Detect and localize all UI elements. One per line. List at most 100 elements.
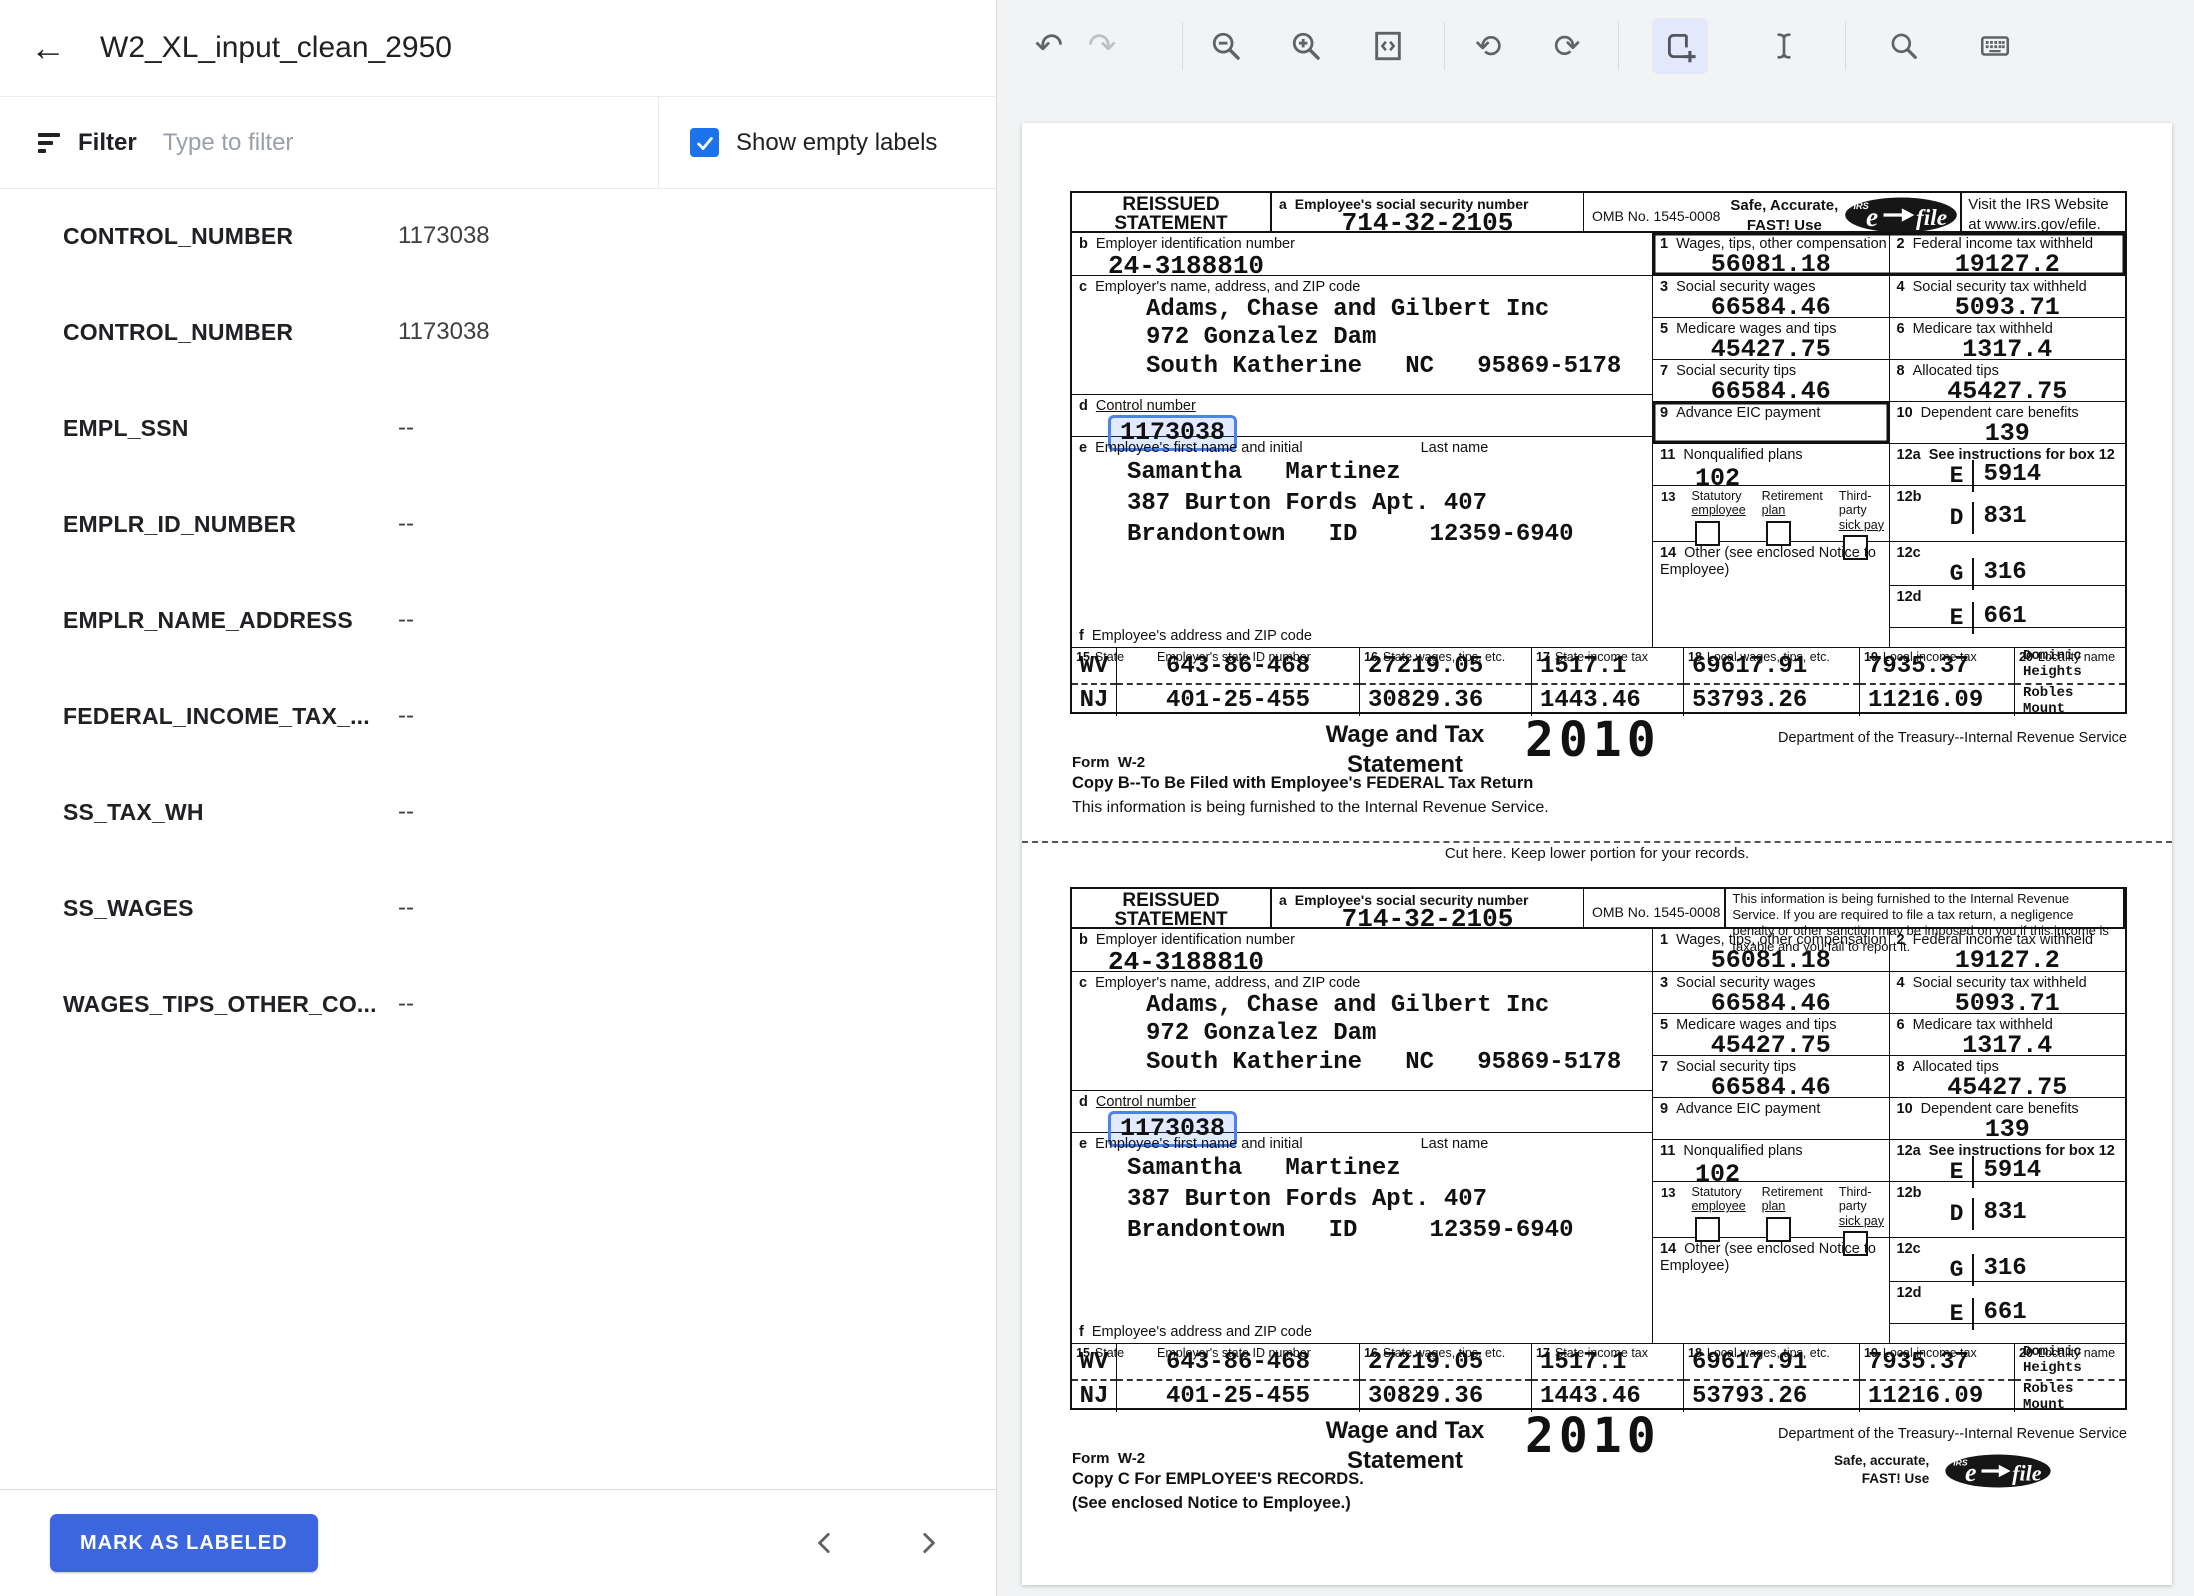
reissued-statement: REISSUED STATEMENT (1072, 193, 1272, 231)
box-b-ein: bEmployer identification number 24-31888… (1072, 929, 1652, 972)
box-20-locality-name: 20Locality name Dominic Heights Robles M… (2015, 648, 2125, 716)
box-7: 7Social security tips 66584.46 (1653, 1056, 1889, 1097)
redo-button[interactable]: ↷ (1078, 22, 1126, 70)
label-row[interactable]: EMPLR_NAME_ADDRESS-- (0, 572, 996, 668)
box-12b: 12b D831 (1889, 486, 2126, 541)
add-bounding-box-tool[interactable] (1652, 18, 1708, 74)
search-button[interactable] (1880, 22, 1928, 70)
employee-city-state-zip: Brandontown ID 12359-6940 (1127, 519, 1652, 550)
svg-text:e: e (1866, 201, 1878, 232)
label-row[interactable]: EMPLR_ID_NUMBER-- (0, 476, 996, 572)
back-arrow-icon: ← (30, 24, 66, 72)
box-8: 8Allocated tips 45427.75 (1889, 360, 2126, 401)
box-16-state-wages: 16State wages, tips, etc. 27219.05 30829… (1360, 648, 1532, 716)
box-17-state-income-tax: 17State income tax 1517.1 1443.46 (1532, 648, 1684, 716)
undo-button[interactable]: ↶ (1025, 22, 1073, 70)
show-empty-labels-label: Show empty labels (736, 97, 937, 188)
box-1: 1Wages, tips, other compensation 56081.1… (1653, 929, 1889, 971)
state-local-table: 15State WV NJ Employer's state ID number… (1072, 648, 2125, 716)
fit-to-width-button[interactable] (1364, 22, 1412, 70)
keyboard-shortcuts-button[interactable] (1971, 22, 2019, 70)
rotate-right-icon: ⟳ (1554, 27, 1581, 65)
w2-form: REISSUED STATEMENT aEmployee's social se… (1070, 887, 2127, 1410)
chevron-left-icon (812, 1530, 838, 1556)
label-row[interactable]: WAGES_TIPS_OTHER_CO...-- (0, 956, 996, 1052)
labels-panel: ← W2_XL_input_clean_2950 Filter Show emp… (0, 0, 997, 1596)
box-12d: 12d E661 (1890, 1282, 2126, 1324)
label-row[interactable]: CONTROL_NUMBER1173038 (0, 188, 996, 284)
employer-city-state-zip: South Katherine NC 95869-5178 (1146, 353, 1652, 382)
filter-icon (38, 133, 60, 153)
copy-b-note: Copy B--To Be Filed with Employee's FEDE… (1072, 772, 1549, 819)
rotate-right-button[interactable]: ⟳ (1543, 22, 1591, 70)
box-c-employer: cEmployer's name, address, and ZIP code … (1072, 276, 1652, 395)
box-5: 5Medicare wages and tips 45427.75 (1653, 318, 1889, 359)
copy-c-note: Copy C For EMPLOYEE'S RECORDS. (See encl… (1072, 1468, 1364, 1516)
box-a-ssn: aEmployee's social security number 714-3… (1272, 193, 1584, 231)
employee-street: 387 Burton Fords Apt. 407 (1127, 1184, 1652, 1215)
box-3: 3Social security wages 66584.46 (1653, 972, 1889, 1013)
box-4: 4Social security tax withheld 5093.71 (1889, 972, 2126, 1013)
mark-as-labeled-button[interactable]: MARK AS LABELED (50, 1514, 318, 1572)
document-page: REISSUED STATEMENT aEmployee's social se… (1022, 123, 2172, 1585)
fit-to-width-icon (1371, 29, 1405, 63)
box-14: 14Other (see enclosed Notice to Employee… (1653, 542, 1889, 647)
rotate-left-button[interactable]: ⟲ (1464, 22, 1512, 70)
employee-city-state-zip: Brandontown ID 12359-6940 (1127, 1215, 1652, 1246)
toolbar-separator (1182, 22, 1183, 70)
keyboard-icon (1978, 29, 2012, 63)
zoom-in-button[interactable] (1282, 22, 1330, 70)
form-w2-label: Form W-2 (1072, 754, 1145, 771)
next-document-button[interactable] (906, 1521, 950, 1565)
box-15-state: 15State WV NJ (1072, 648, 1117, 716)
label-row[interactable]: SS_WAGES-- (0, 860, 996, 956)
box-8: 8Allocated tips 45427.75 (1889, 1056, 2126, 1097)
box-c-employer: cEmployer's name, address, and ZIP code … (1072, 972, 1652, 1091)
back-button[interactable]: ← (24, 24, 72, 72)
svg-text:file: file (2012, 1460, 2042, 1485)
rotate-left-icon: ⟲ (1475, 27, 1502, 65)
svg-text:file: file (1916, 205, 1947, 231)
label-row[interactable]: CONTROL_NUMBER1173038 (0, 284, 996, 380)
employer-city-state-zip: South Katherine NC 95869-5178 (1146, 1049, 1652, 1078)
box-b-ein: bEmployer identification number 24-31888… (1072, 233, 1652, 276)
previous-document-button[interactable] (803, 1521, 847, 1565)
box-18-local-wages: 18Local wages, tips, etc. 69617.91 53793… (1684, 648, 1860, 716)
label-row[interactable]: EMPL_SSN-- (0, 380, 996, 476)
show-empty-labels-checkbox[interactable] (690, 128, 719, 157)
safe-accurate-note: Safe, accurate, FAST! Use IRS e file (1828, 1450, 2053, 1490)
box-6: 6Medicare tax withheld 1317.4 (1889, 1014, 2126, 1055)
box-f-label: fEmployee's address and ZIP code (1072, 628, 1652, 647)
label-row[interactable]: FEDERAL_INCOME_TAX_...-- (0, 668, 996, 764)
form-footer: Form W-2 Wage and Tax Statement 2010 Dep… (1070, 1410, 2127, 1520)
label-row[interactable]: SS_TAX_WH-- (0, 764, 996, 860)
box-d-control-number: dControl number 1173038 (1072, 395, 1652, 437)
box-20-locality-name: 20Locality name Dominic Heights Robles M… (2015, 1344, 2125, 1412)
text-select-tool[interactable] (1760, 22, 1808, 70)
box-13-checkboxes: 13 Statutoryemployee Retirementplan Thir… (1653, 486, 1889, 541)
undo-icon: ↶ (1035, 26, 1064, 66)
box-10: 10Dependent care benefits 139 (1889, 402, 2126, 443)
toolbar-separator (1845, 22, 1846, 70)
box-11: 11Nonqualified plans 102 (1653, 444, 1889, 485)
toolbar-separator (1618, 22, 1619, 70)
box-6: 6Medicare tax withheld 1317.4 (1889, 318, 2126, 359)
filter-label: Filter (78, 129, 137, 157)
box-1: 1Wages, tips, other compensation 56081.1… (1653, 233, 1889, 275)
filter-input[interactable] (161, 128, 585, 158)
w2-form: REISSUED STATEMENT aEmployee's social se… (1070, 191, 2127, 714)
tax-year: 2010 (1525, 712, 1661, 768)
box-4: 4Social security tax withheld 5093.71 (1889, 276, 2126, 317)
box-7: 7Social security tips 66584.46 (1653, 360, 1889, 401)
employee-street: 387 Burton Fords Apt. 407 (1127, 488, 1652, 519)
irs-efile-logo: IRS e file (1943, 1452, 2053, 1490)
box-17-state-income-tax: 17State income tax 1517.1 1443.46 (1532, 1344, 1684, 1412)
employee-name: Samantha Martinez (1127, 1153, 1652, 1184)
box-15-state: 15State WV NJ (1072, 1344, 1117, 1412)
employer-name: Adams, Chase and Gilbert Inc (1146, 992, 1652, 1021)
department-of-treasury: Department of the Treasury--Internal Rev… (1778, 1426, 2127, 1442)
employer-name: Adams, Chase and Gilbert Inc (1146, 296, 1652, 325)
box-12c: 12c G316 (1890, 542, 2126, 586)
box-12a: 12aSee instructions for box 12 E5914 (1889, 444, 2126, 485)
zoom-out-button[interactable] (1202, 22, 1250, 70)
